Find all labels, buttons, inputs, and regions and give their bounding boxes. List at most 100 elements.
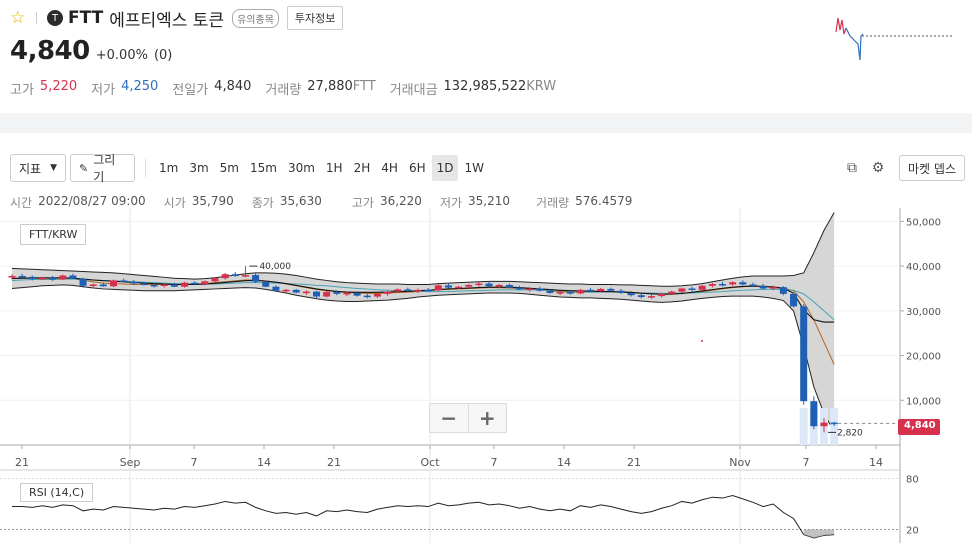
candle-body [546, 290, 554, 293]
candle-body [120, 280, 128, 282]
candle-body [211, 278, 219, 282]
candle-body [404, 289, 412, 291]
candle-body [282, 289, 290, 292]
indicator-dropdown[interactable]: 지표 ▼ [10, 154, 66, 182]
candle-body [617, 290, 625, 293]
candle-body [38, 277, 46, 280]
settings-gear-icon[interactable]: ⚙ [867, 160, 889, 176]
zoom-controls: − + [429, 403, 507, 433]
last-price-tag: 4,840 [898, 419, 940, 435]
y-tick-label: 30,000 [906, 307, 941, 318]
candle-body [759, 285, 767, 289]
candle-body [810, 401, 818, 427]
zoom-in-button[interactable]: + [469, 404, 507, 432]
candle-body [313, 291, 320, 297]
x-tick-label: Oct [420, 456, 440, 469]
y-tick-label: 10,000 [906, 396, 941, 407]
candle-body [424, 289, 432, 292]
candle-body [170, 284, 178, 287]
candle-body [475, 283, 483, 286]
market-header: ☆ T FTT 에프티엑스 토큰 유의종목 투자정보 4,840 +0.00% … [0, 0, 972, 113]
x-tick-label: Nov [729, 456, 751, 469]
candle-body [749, 284, 757, 286]
coin-symbol: FTT [68, 8, 104, 28]
stat-low-label: 저가 [91, 83, 116, 98]
y-tick-label: 50,000 [906, 217, 941, 228]
price-row: 4,840 +0.00% (0) [10, 36, 172, 66]
warning-badge: 유의종목 [232, 8, 279, 28]
interval-30m[interactable]: 30m [283, 155, 320, 181]
candle-body [597, 288, 605, 292]
x-tick-label: 14 [257, 456, 271, 469]
rsi-line [12, 494, 835, 539]
stat-volume-value: 27,880 [307, 79, 353, 94]
candle-body [779, 287, 787, 294]
stat-low-value: 4,250 [121, 79, 159, 94]
zoom-out-button[interactable]: − [430, 404, 469, 432]
pencil-icon: ✎ [79, 161, 89, 175]
candle-body [830, 422, 838, 425]
candle-body [201, 281, 209, 285]
candle-body [698, 285, 706, 290]
market-depth-button[interactable]: 마켓 뎁스 [899, 155, 965, 181]
candle-body [8, 275, 16, 278]
interval-1w[interactable]: 1W [459, 155, 489, 181]
draw-button[interactable]: ✎ 그리기 [70, 153, 135, 184]
rsi-oversold-fill [803, 529, 835, 538]
price-chart[interactable]: 50,000 40,000 30,000 20,000 10,000 21 Sep 7 14 21… [0, 208, 972, 543]
stats-row: 고가 5,220 저가 4,250 전일가 4,840 거래량 27,880 F… [10, 79, 570, 98]
stat-volume-label: 거래량 [265, 83, 302, 98]
candle-body [353, 292, 361, 296]
candle-body [191, 282, 199, 285]
x-tick-label: 7 [803, 456, 810, 469]
interval-3m[interactable]: 3m [184, 155, 213, 181]
chart-legend: FTT/KRW [20, 224, 87, 245]
candle-body [739, 282, 747, 285]
stat-high-label: 고가 [10, 83, 34, 98]
candle-body [678, 288, 686, 292]
candle-body [556, 292, 564, 294]
rsi-tick-label: 80 [906, 475, 919, 486]
x-tick-label: 14 [557, 456, 571, 469]
interval-2h[interactable]: 2H [349, 155, 376, 181]
popout-icon[interactable]: ⧉ [841, 160, 863, 176]
stat-high: 고가 5,220 [10, 79, 77, 98]
candle-body [292, 289, 300, 293]
candle-body [69, 275, 77, 279]
candle-body [607, 288, 615, 291]
candle-body [658, 293, 666, 297]
interval-1m[interactable]: 1m [154, 155, 183, 181]
interval-5m[interactable]: 5m [215, 155, 244, 181]
candle-body [637, 295, 645, 297]
candle-body [373, 293, 381, 297]
interval-1d[interactable]: 1D [431, 155, 459, 181]
candle-body [790, 293, 798, 307]
candle-body [18, 275, 26, 278]
candle-body [160, 284, 168, 286]
invest-info-button[interactable]: 투자정보 [286, 6, 344, 30]
favorite-star-icon[interactable]: ☆ [10, 8, 28, 28]
change-amount: (0) [153, 48, 173, 63]
candle-body [130, 281, 138, 284]
interval-6h[interactable]: 6H [404, 155, 431, 181]
candle-body [231, 274, 239, 276]
candle-body [688, 288, 696, 290]
interval-1h[interactable]: 1H [321, 155, 348, 181]
candle-body [181, 282, 189, 287]
stat-low: 저가 4,250 [91, 79, 158, 98]
candle-body [394, 289, 402, 292]
candle-body [719, 284, 726, 286]
y-tick-label: 20,000 [906, 352, 941, 363]
divider [36, 12, 37, 24]
candle-body [59, 275, 67, 280]
candle-body [800, 306, 808, 402]
candle-body [820, 422, 828, 427]
interval-15m[interactable]: 15m [245, 155, 282, 181]
stat-prev-value: 4,840 [214, 79, 252, 94]
indicator-label: 지표 [19, 161, 42, 176]
candle-body [576, 289, 584, 294]
candle-body [495, 284, 503, 287]
interval-4h[interactable]: 4H [376, 155, 403, 181]
candle-body [89, 284, 97, 286]
candle-body [769, 287, 777, 289]
